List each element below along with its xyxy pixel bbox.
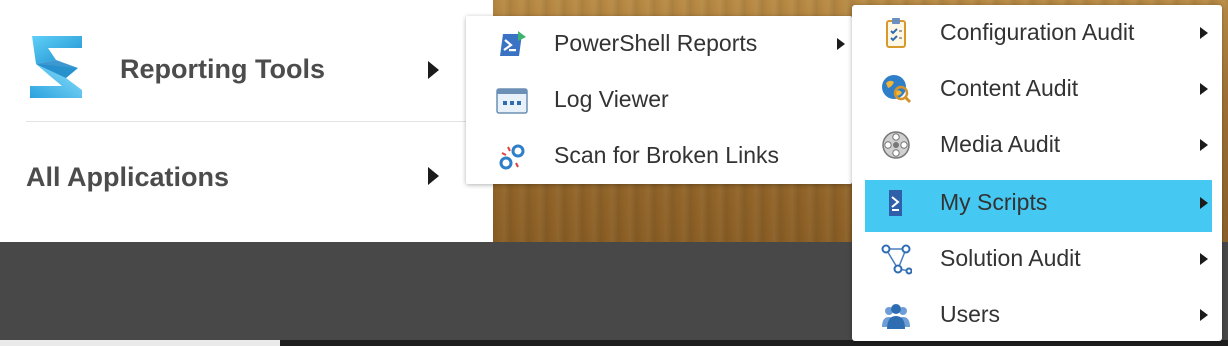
chevron-right-icon	[1200, 309, 1208, 321]
users-group-icon	[882, 304, 910, 329]
submenu-item-label: Solution Audit	[940, 245, 1081, 271]
chevron-right-icon	[1200, 197, 1208, 209]
chevron-right-icon	[1200, 27, 1208, 39]
powershell-script-icon	[889, 190, 902, 216]
submenu-item-scan-broken-links[interactable]: Scan for Broken Links	[466, 128, 852, 184]
submenu-item-configuration-audit[interactable]: Configuration Audit	[852, 5, 1222, 61]
broken-links-icon	[499, 144, 525, 170]
chevron-right-icon	[1200, 253, 1208, 265]
submenu-item-label: Scan for Broken Links	[554, 142, 780, 168]
start-menu-panel: Reporting Tools All Applications	[0, 0, 493, 242]
chevron-right-icon	[837, 38, 845, 50]
submenu-item-label: Configuration Audit	[940, 19, 1135, 45]
submenu-item-content-audit[interactable]: Content Audit	[852, 61, 1222, 117]
submenu-item-label: PowerShell Reports	[554, 30, 758, 56]
chevron-right-icon	[428, 61, 439, 79]
submenu-item-media-audit[interactable]: Media Audit	[852, 117, 1222, 173]
reporting-tools-submenu: PowerShell Reports Log Viewer Scan for B…	[466, 16, 852, 184]
chevron-right-icon	[1200, 139, 1208, 151]
menu-item-all-applications[interactable]: All Applications	[0, 124, 493, 236]
submenu-item-users[interactable]: Users	[852, 287, 1222, 343]
globe-magnifier-icon	[882, 75, 912, 104]
powershell-reports-submenu: Configuration Audit Content Audit Media …	[852, 5, 1222, 341]
clipboard-checklist-icon	[886, 18, 906, 48]
reporting-tools-logo-icon	[30, 36, 82, 98]
submenu-item-label: Media Audit	[940, 131, 1061, 157]
network-nodes-icon	[881, 244, 912, 275]
submenu-item-solution-audit[interactable]: Solution Audit	[852, 231, 1222, 287]
submenu-item-label: My Scripts	[940, 189, 1048, 215]
submenu-item-powershell-reports[interactable]: PowerShell Reports	[466, 16, 852, 72]
menu-item-reporting-tools[interactable]: Reporting Tools	[0, 22, 493, 122]
menu-item-label: Reporting Tools	[120, 54, 325, 84]
submenu-item-label: Log Viewer	[554, 86, 669, 112]
taskbar-strip	[0, 340, 280, 346]
chevron-right-icon	[1200, 83, 1208, 95]
submenu-item-label: Content Audit	[940, 75, 1079, 101]
powershell-reports-icon	[500, 31, 526, 56]
chevron-right-icon	[428, 167, 439, 185]
submenu-item-my-scripts[interactable]: My Scripts	[852, 175, 1222, 231]
menu-item-label: All Applications	[26, 162, 230, 192]
menu-divider	[26, 121, 466, 122]
film-reel-icon	[882, 131, 910, 159]
submenu-item-label: Users	[940, 301, 1001, 327]
submenu-item-log-viewer[interactable]: Log Viewer	[466, 72, 852, 128]
log-viewer-icon	[496, 88, 528, 114]
